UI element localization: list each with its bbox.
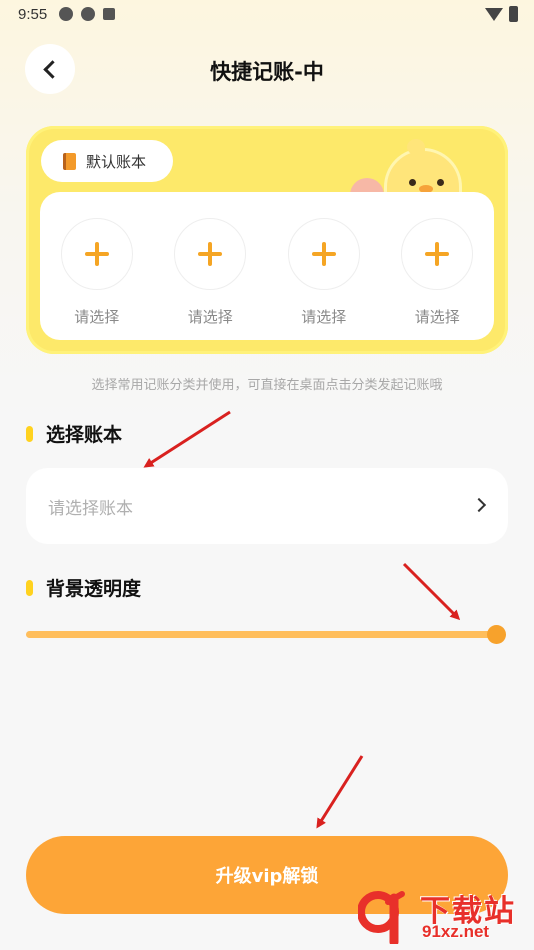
opacity-section-label: 背景透明度 <box>26 574 141 601</box>
slot-circle[interactable] <box>60 218 133 290</box>
category-slot[interactable]: 请选择 <box>392 218 482 340</box>
annotation-arrow <box>316 755 364 829</box>
slot-label: 请选择 <box>187 308 233 326</box>
book-icon <box>63 152 76 170</box>
slot-circle[interactable] <box>401 218 474 290</box>
opacity-slider-fill <box>26 631 496 638</box>
slot-label: 请选择 <box>414 308 460 326</box>
category-slot[interactable]: 请选择 <box>279 218 369 340</box>
opacity-slider-thumb[interactable] <box>487 625 506 644</box>
book-tab-label: 默认账本 <box>86 152 147 171</box>
account-select-placeholder: 请选择账本 <box>48 498 133 519</box>
wifi-icon <box>485 7 503 21</box>
watermark: 下载站 91xz.net <box>358 884 530 948</box>
account-section-label: 选择账本 <box>26 420 122 447</box>
hint-text: 选择常用记账分类并使用，可直接在桌面点击分类发起记账哦 <box>91 378 443 393</box>
slot-label: 请选择 <box>74 308 120 326</box>
watermark-logo-icon <box>358 891 405 944</box>
account-section-title: 选择账本 <box>46 424 123 446</box>
status-bar: 9:55 <box>0 0 534 28</box>
app-notification-icon <box>59 7 74 21</box>
slot-circle[interactable] <box>174 218 247 290</box>
section-marker <box>26 425 33 442</box>
watermark-url: 91xz.net <box>422 922 490 941</box>
category-slot[interactable]: 请选择 <box>52 218 142 340</box>
opacity-slider[interactable] <box>26 625 506 644</box>
plus-icon <box>198 242 223 266</box>
plus-icon <box>84 242 109 266</box>
account-select[interactable]: 请选择账本 <box>26 468 508 544</box>
opacity-section-title: 背景透明度 <box>46 578 142 600</box>
app-notification-icon <box>81 7 96 21</box>
plus-icon <box>311 242 336 266</box>
status-time: 9:55 <box>18 5 48 23</box>
widget-preview-card: 默认账本 请选择 请选择 请选择 请选择 <box>26 126 508 354</box>
category-slots-panel: 请选择 请选择 请选择 请选择 <box>40 192 494 340</box>
plus-icon <box>425 242 450 266</box>
annotation-arrow <box>402 562 461 621</box>
section-marker <box>26 579 33 596</box>
slot-label: 请选择 <box>301 308 347 326</box>
battery-icon <box>509 6 518 22</box>
slot-circle[interactable] <box>287 218 360 290</box>
header: 快捷记账-中 <box>0 44 534 96</box>
annotation-arrow <box>143 410 231 468</box>
chevron-right-icon <box>471 497 487 513</box>
upgrade-vip-label: 升级vip解锁 <box>215 866 319 887</box>
page-title: 快捷记账-中 <box>210 60 324 84</box>
a-icon <box>103 8 116 20</box>
category-slot[interactable]: 请选择 <box>165 218 255 340</box>
book-tab[interactable]: 默认账本 <box>41 140 173 182</box>
